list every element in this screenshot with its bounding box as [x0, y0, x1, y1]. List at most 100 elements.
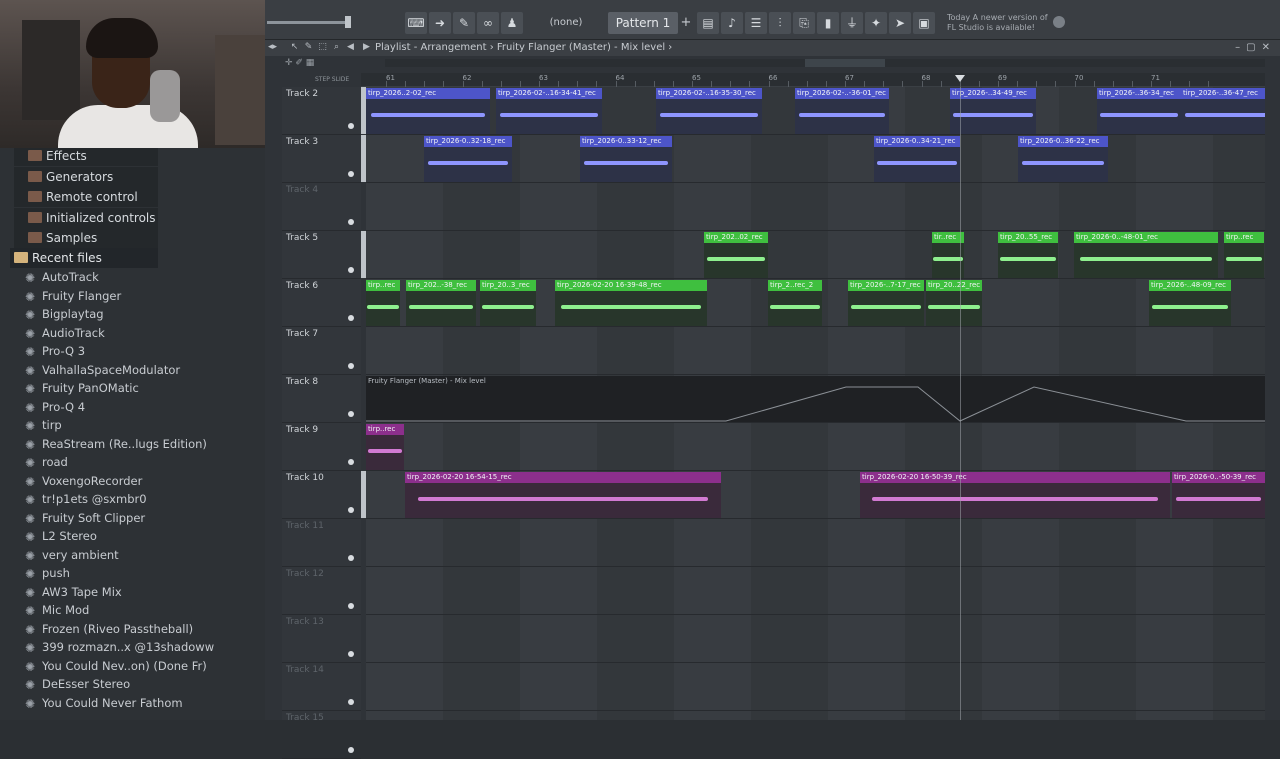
- track-enable-dot[interactable]: [348, 123, 354, 129]
- pattern-selector[interactable]: Pattern 1: [608, 12, 678, 34]
- track-lane[interactable]: [366, 663, 1265, 711]
- piano-roll-icon[interactable]: ♪: [721, 12, 743, 34]
- recent-file-item[interactable]: ✺ push: [24, 564, 70, 582]
- audio-clip[interactable]: tirp_202..-38_rec: [406, 280, 476, 326]
- track-header[interactable]: Track 8: [282, 375, 361, 423]
- browser-folder-1[interactable]: Generators: [14, 166, 158, 187]
- audio-clip[interactable]: tirp_2026-..7-17_rec: [848, 280, 924, 326]
- track-header[interactable]: Track 14: [282, 663, 361, 711]
- track-header[interactable]: Track 13: [282, 615, 361, 663]
- plug-icon[interactable]: ⏚: [841, 12, 863, 34]
- audio-clip[interactable]: tirp_2026-..34-49_rec: [950, 88, 1036, 134]
- audio-clip[interactable]: tirp_2026-02-20 16-54-15_rec: [405, 472, 721, 518]
- audio-clip[interactable]: tirp..rec: [366, 280, 400, 326]
- track-lane[interactable]: [366, 711, 1265, 720]
- recent-file-item[interactable]: ✺ Fruity Flanger: [24, 287, 121, 305]
- recent-file-item[interactable]: ✺ Mic Mod: [24, 601, 89, 619]
- audio-clip[interactable]: tirp_202..02_rec: [704, 232, 768, 278]
- browser-folder-2[interactable]: Remote control: [14, 187, 158, 207]
- playlist-tools[interactable]: ✛ ✐ ▦: [285, 58, 314, 70]
- audio-clip[interactable]: tirp..rec: [1224, 232, 1264, 278]
- render-icon[interactable]: ➤: [889, 12, 911, 34]
- track-enable-dot[interactable]: [348, 747, 354, 753]
- recent-file-item[interactable]: ✺ ReaStream (Re..lugs Edition): [24, 435, 207, 453]
- audio-clip[interactable]: tirp_20..22_rec: [926, 280, 982, 326]
- play-icon[interactable]: ▶: [361, 42, 372, 53]
- audio-clip[interactable]: tirp_2026-0..33-12_rec: [580, 136, 672, 182]
- audio-clip[interactable]: tirp_20..3_rec: [480, 280, 536, 326]
- browser-icon[interactable]: ▮: [817, 12, 839, 34]
- audio-clip[interactable]: tirp_2026..2-02_rec: [366, 88, 490, 134]
- track-enable-dot[interactable]: [348, 171, 354, 177]
- recent-file-item[interactable]: ✺ 399 rozmazn..x @13shadoww: [24, 638, 214, 656]
- automation-line[interactable]: [366, 386, 1265, 422]
- shop-icon[interactable]: ▣: [913, 12, 935, 34]
- audio-clip[interactable]: tirp_2026-02-20 16-39-48_rec: [555, 280, 707, 326]
- arrangement-grid[interactable]: tirp_2026..2-02_rec tirp_2026-02-..16-34-…: [366, 87, 1265, 720]
- arrangement-overview[interactable]: [385, 59, 1265, 67]
- plugin-icon[interactable]: ⎘: [793, 12, 815, 34]
- pencil-tool-icon[interactable]: ✎: [303, 42, 314, 53]
- automation-curve[interactable]: [366, 375, 1265, 423]
- pencil-icon[interactable]: ✎: [453, 12, 475, 34]
- track-header[interactable]: Track 11: [282, 519, 361, 567]
- playlist-icon[interactable]: ▤: [697, 12, 719, 34]
- audio-clip[interactable]: tirp_2026-02-..-36-01_rec: [795, 88, 889, 134]
- keyboard-icon[interactable]: ⌨: [405, 12, 427, 34]
- audio-clip[interactable]: tirp_20..55_rec: [998, 232, 1058, 278]
- recent-file-item[interactable]: ✺ Pro-Q 4: [24, 398, 85, 416]
- mixer-icon[interactable]: ⫶: [769, 12, 791, 34]
- track-enable-dot[interactable]: [348, 555, 354, 561]
- audio-clip[interactable]: tirp_2026-..48-09_rec: [1149, 280, 1231, 326]
- track-header[interactable]: Track 2: [282, 87, 366, 135]
- recent-file-item[interactable]: ✺ Frozen (Riveo Passtheball): [24, 620, 193, 638]
- browser-folder-4[interactable]: Samples: [14, 228, 158, 248]
- track-enable-dot[interactable]: [348, 651, 354, 657]
- audio-clip[interactable]: tirp_2026-..36-34_rec: [1097, 88, 1181, 134]
- track-enable-dot[interactable]: [348, 411, 354, 417]
- audio-clip[interactable]: tirp_2026-0..32-18_rec: [424, 136, 512, 182]
- recent-file-item[interactable]: ✺ AudioTrack: [24, 324, 105, 342]
- recent-file-item[interactable]: ✺ tr!p1ets @sxmbr0: [24, 490, 147, 508]
- recent-file-item[interactable]: ✺ Bigplaytag: [24, 305, 104, 323]
- link-icon[interactable]: ∞: [477, 12, 499, 34]
- pattern-selector-none[interactable]: (none): [535, 14, 597, 32]
- playhead-marker[interactable]: [955, 75, 965, 82]
- browser-folder-0[interactable]: Effects: [14, 148, 158, 166]
- track-header[interactable]: Track 3: [282, 135, 366, 183]
- track-enable-dot[interactable]: [348, 603, 354, 609]
- track-header[interactable]: Track 6: [282, 279, 361, 327]
- recent-file-item[interactable]: ✺ DeEsser Stereo: [24, 675, 130, 693]
- update-notification[interactable]: Today A newer version of FL Studio is av…: [947, 13, 1048, 33]
- audio-clip[interactable]: tirp_2026-0..-50-39_rec: [1172, 472, 1265, 518]
- audio-clip[interactable]: tirp_2026-02-..16-34-41_rec: [496, 88, 602, 134]
- track-enable-dot[interactable]: [348, 315, 354, 321]
- track-lane[interactable]: [366, 423, 1265, 471]
- track-lane[interactable]: [366, 327, 1265, 375]
- track-header[interactable]: Track 7: [282, 327, 361, 375]
- track-lane[interactable]: [366, 615, 1265, 663]
- track-lane[interactable]: [366, 567, 1265, 615]
- track-header[interactable]: Track 9: [282, 423, 361, 471]
- recent-file-item[interactable]: ✺ tirp: [24, 416, 62, 434]
- recent-file-item[interactable]: ✺ very ambient: [24, 546, 119, 564]
- track-header[interactable]: Track 15: [282, 711, 361, 759]
- recent-file-item[interactable]: ✺ Fruity PanOMatic: [24, 379, 139, 397]
- add-pattern-button[interactable]: +: [679, 12, 693, 34]
- speaker-tool-icon[interactable]: ◀: [345, 42, 356, 53]
- recent-files-folder[interactable]: Recent files: [10, 248, 158, 268]
- master-volume-knob[interactable]: [345, 16, 351, 28]
- recent-file-item[interactable]: ✺ You Could Never Fathom: [24, 694, 183, 712]
- recent-file-item[interactable]: ✺ Pro-Q 3: [24, 342, 85, 360]
- audio-clip[interactable]: tirp_2026-..36-47_rec: [1181, 88, 1265, 134]
- tools-icon[interactable]: ✦: [865, 12, 887, 34]
- recent-file-item[interactable]: ✺ L2 Stereo: [24, 527, 97, 545]
- audio-clip[interactable]: tirp..rec: [366, 424, 404, 470]
- recent-file-item[interactable]: ✺ AW3 Tape Mix: [24, 583, 122, 601]
- recent-file-item[interactable]: ✺ You Could Nev..on) (Done Fr): [24, 657, 207, 675]
- track-lane[interactable]: [366, 519, 1265, 567]
- track-enable-dot[interactable]: [348, 219, 354, 225]
- browser-folder-3[interactable]: Initialized controls: [14, 207, 158, 228]
- track-enable-dot[interactable]: [348, 699, 354, 705]
- track-header[interactable]: Track 10: [282, 471, 366, 519]
